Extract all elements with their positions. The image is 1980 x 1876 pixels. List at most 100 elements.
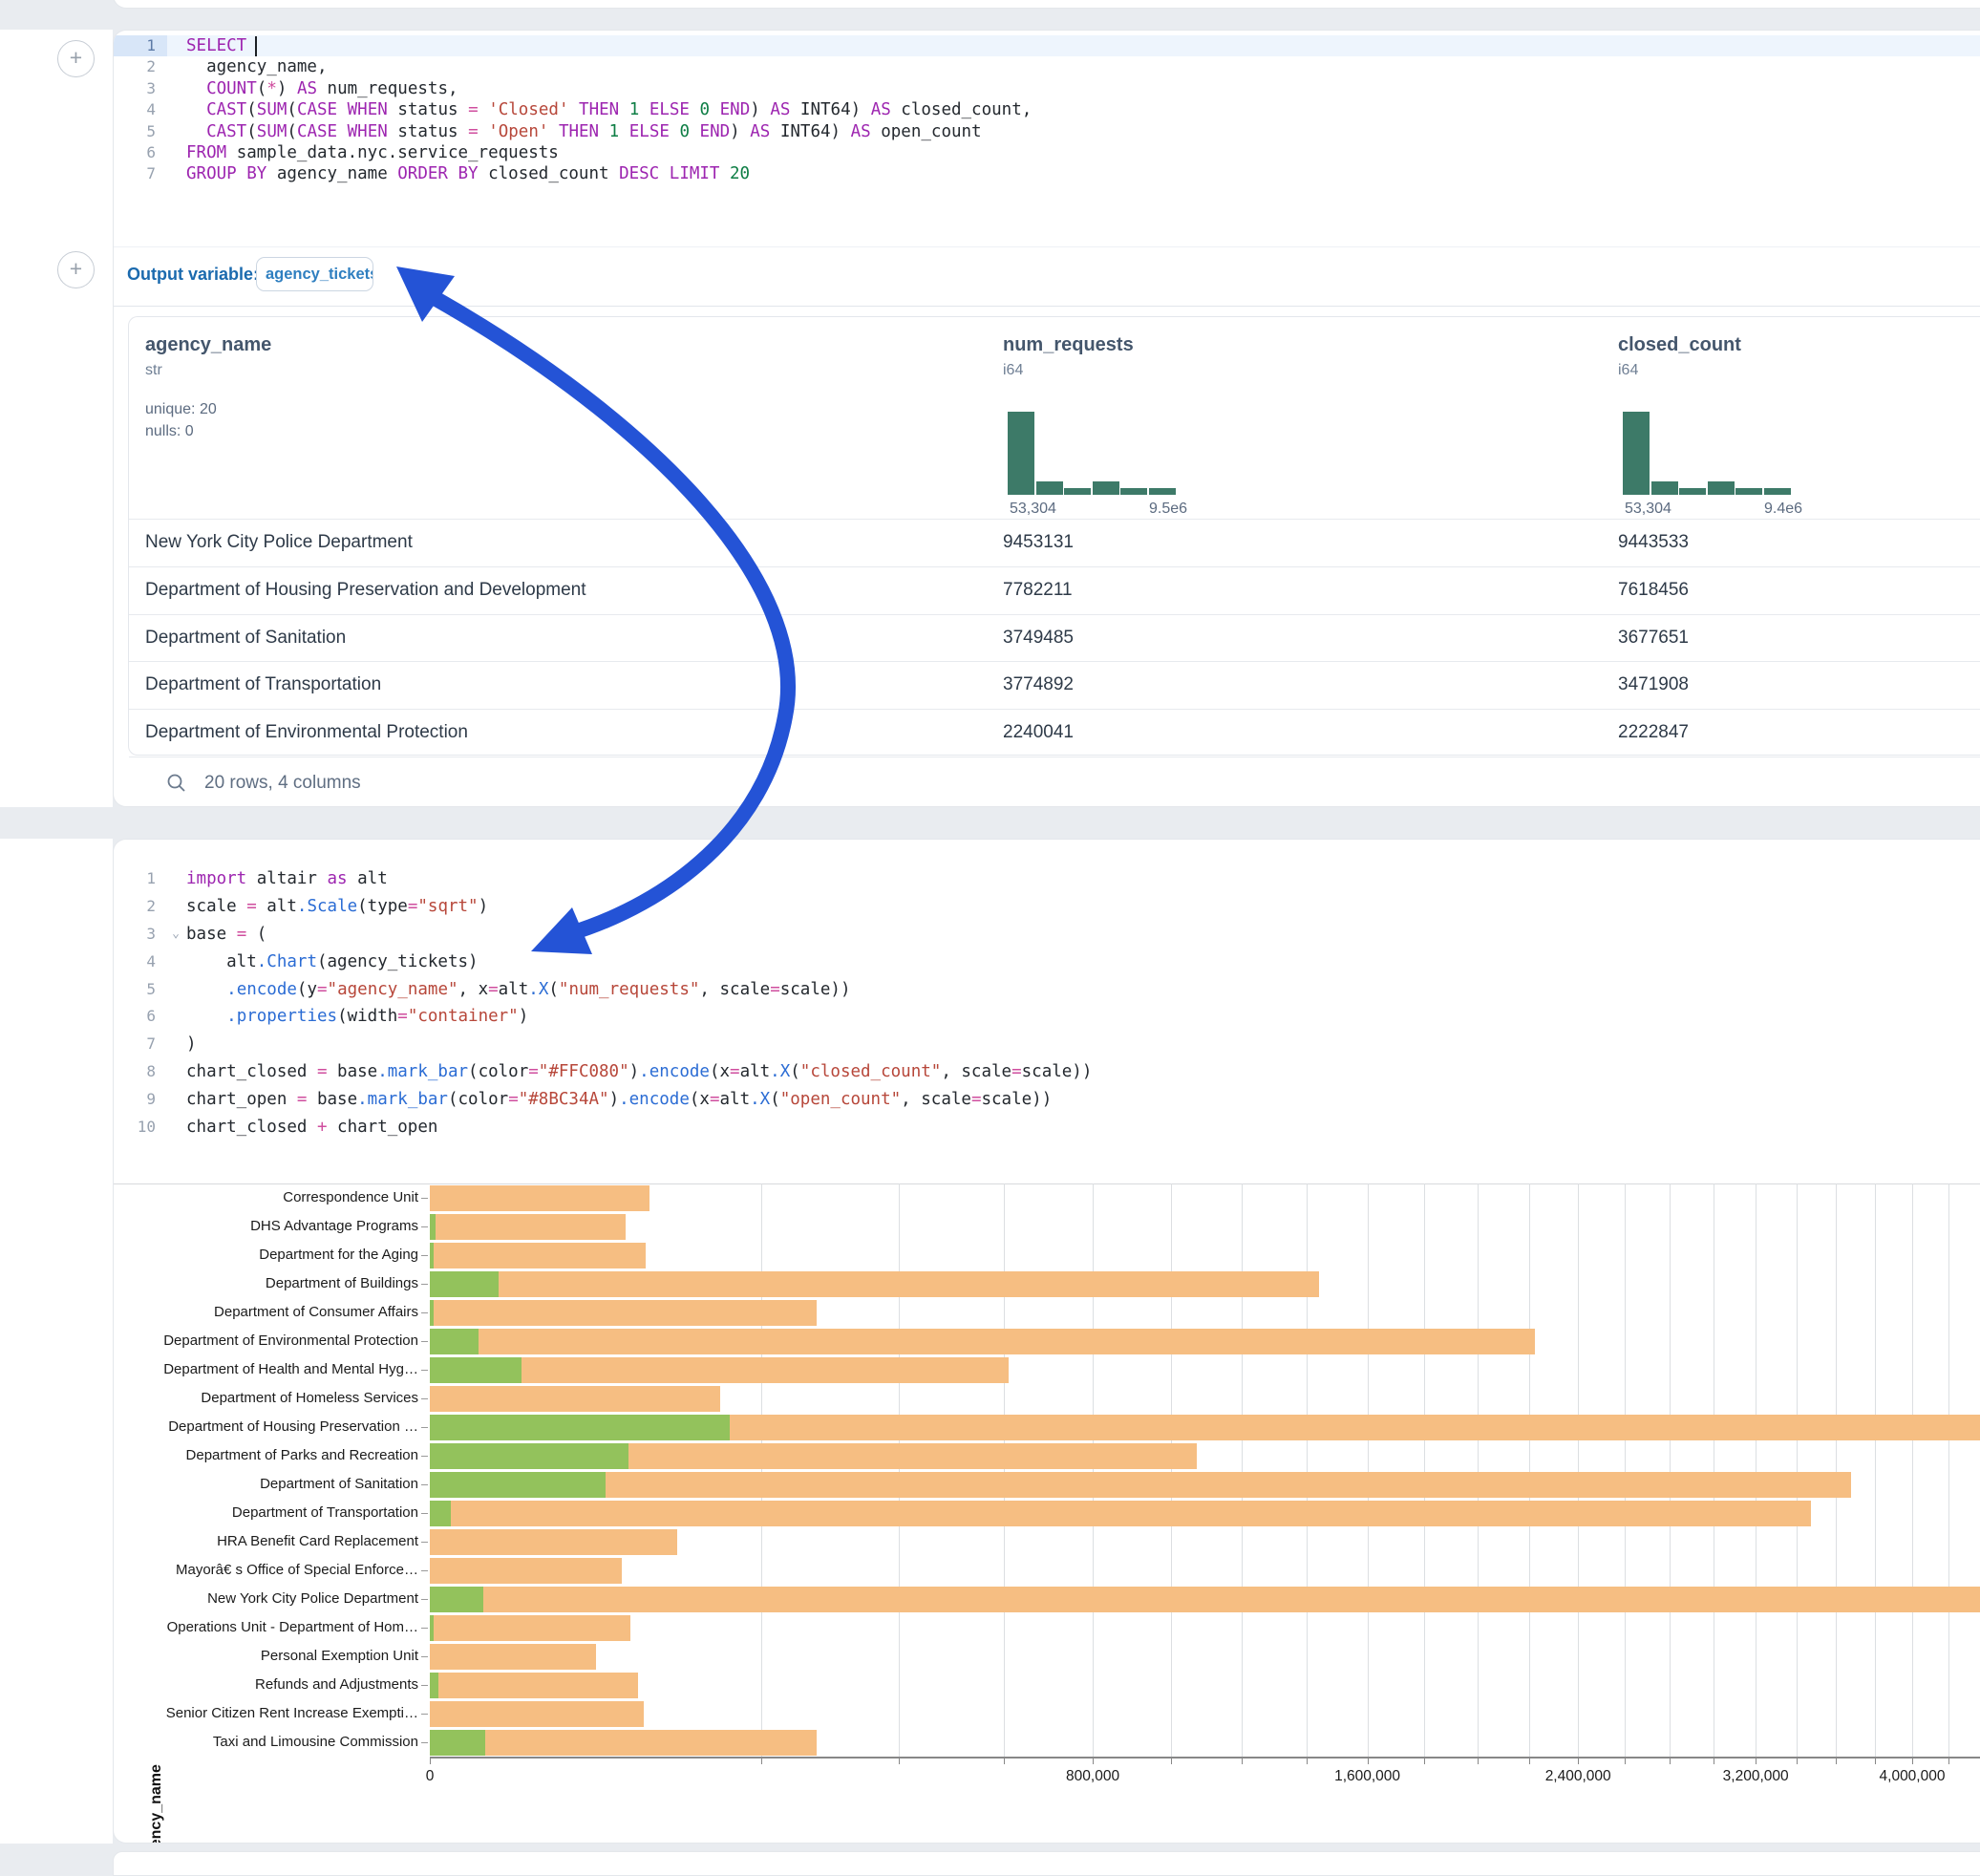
output-variable-label: Output variable:: [127, 265, 259, 285]
code-line[interactable]: 10chart_closed + chart_open: [114, 1114, 1980, 1141]
y-axis-tick: [421, 1255, 428, 1256]
sql-code-editor[interactable]: 1⌄SELECT2 agency_name,3 COUNT(*) AS num_…: [114, 35, 1980, 185]
code-line[interactable]: 2 agency_name,: [114, 56, 1980, 77]
closed-count-bar: [430, 1644, 596, 1670]
open-count-bar: [430, 1214, 436, 1240]
cell-agency-name: Department of Transportation: [145, 661, 381, 709]
x-axis-tick: [1242, 1759, 1243, 1764]
cell-num-requests: 3774892: [1003, 661, 1074, 709]
histogram-bar: [1623, 412, 1650, 495]
cell-agency-name: New York City Police Department: [145, 519, 413, 566]
output-variable-pill[interactable]: agency_tickets: [256, 257, 373, 291]
x-axis-tick-label: 0: [426, 1768, 435, 1785]
closed-count-bar: [430, 1673, 638, 1698]
left-margin-top: [0, 30, 113, 807]
code-text: scale = alt.Scale(type="sqrt"): [167, 893, 1980, 921]
gridline: [1578, 1183, 1579, 1757]
table-row[interactable]: Department of Transportation 3774892 34719…: [129, 661, 1980, 710]
code-line[interactable]: 5 .encode(y="agency_name", x=alt.X("num_…: [114, 976, 1980, 1004]
x-axis-tick: [1424, 1759, 1425, 1764]
code-line[interactable]: 2scale = alt.Scale(type="sqrt"): [114, 893, 1980, 921]
column-header-num-requests[interactable]: num_requests: [1003, 334, 1134, 356]
code-line[interactable]: 3 COUNT(*) AS num_requests,: [114, 78, 1980, 99]
y-axis-label: Refunds and Adjustments: [114, 1671, 418, 1699]
x-axis-tick: [1368, 1759, 1369, 1764]
open-count-bar: [430, 1673, 438, 1698]
y-axis-tick: [421, 1198, 428, 1199]
open-count-bar: [430, 1501, 451, 1526]
x-axis-tick: [1529, 1759, 1530, 1764]
x-axis-tick: [1836, 1759, 1837, 1764]
cell-num-requests: 3749485: [1003, 614, 1074, 662]
y-axis-tick: [421, 1341, 428, 1342]
gridline: [1836, 1183, 1837, 1757]
gridline: [1948, 1183, 1949, 1757]
code-line[interactable]: 9chart_open = base.mark_bar(color="#8BC3…: [114, 1086, 1980, 1114]
code-line[interactable]: 6FROM sample_data.nyc.service_requests: [114, 142, 1980, 163]
open-count-bar: [430, 1615, 434, 1641]
cell-closed-count: 9443533: [1618, 519, 1689, 566]
y-axis-tick: [421, 1456, 428, 1457]
code-line[interactable]: 7GROUP BY agency_name ORDER BY closed_co…: [114, 163, 1980, 184]
code-line[interactable]: 5 CAST(SUM(CASE WHEN status = 'Open' THE…: [114, 121, 1980, 142]
table-row[interactable]: Department of Sanitation37494853677651: [129, 614, 1980, 663]
open-count-bar: [430, 1415, 730, 1440]
add-cell-button-top[interactable]: +: [57, 40, 95, 77]
x-axis-tick: [899, 1759, 900, 1764]
num-requests-histogram: [1008, 412, 1180, 495]
table-row[interactable]: Department of Housing Preservation and D…: [129, 566, 1980, 615]
code-line[interactable]: 7): [114, 1031, 1980, 1058]
table-row[interactable]: New York City Police Department945313194…: [129, 519, 1980, 567]
code-line[interactable]: 6 .properties(width="container"): [114, 1003, 1980, 1031]
code-line[interactable]: 1⌄SELECT: [114, 35, 1980, 56]
open-count-bar: [430, 1357, 522, 1383]
y-axis-label: Mayorâ€ s Office of Special Enforce…: [114, 1556, 418, 1585]
y-axis-tick: [421, 1513, 428, 1514]
y-axis-label: Department of Consumer Affairs: [114, 1298, 418, 1327]
closed-count-bar: [430, 1214, 626, 1240]
closed-count-bar: [430, 1472, 1851, 1498]
histogram-bar: [1679, 488, 1706, 495]
gridline: [1625, 1183, 1626, 1757]
histogram-max-label: 9.5e6: [1149, 501, 1187, 518]
y-axis-tick: [421, 1570, 428, 1571]
code-line[interactable]: 4 CAST(SUM(CASE WHEN status = 'Closed' T…: [114, 99, 1980, 120]
y-axis-tick: [421, 1628, 428, 1629]
search-icon[interactable]: [166, 773, 187, 794]
histogram-bar: [1651, 481, 1678, 495]
code-line[interactable]: 4 alt.Chart(agency_tickets): [114, 949, 1980, 976]
open-count-bar: [430, 1443, 628, 1469]
y-axis-tick: [421, 1427, 428, 1428]
cell-num-requests: 2240041: [1003, 709, 1074, 757]
x-axis-tick: [1625, 1759, 1626, 1764]
y-axis-label: Personal Exemption Unit: [114, 1642, 418, 1671]
closed-count-bar: [430, 1587, 1980, 1612]
y-axis-label: Department of Environmental Protection: [114, 1327, 418, 1355]
cell-closed-count: 3471908: [1618, 661, 1689, 709]
altair-chart: agency_name closed_count, open_count Cor…: [114, 1176, 1980, 1825]
cell-num-requests: 7782211: [1003, 566, 1073, 614]
line-number: 1: [114, 35, 167, 56]
column-dtype: i64: [1618, 362, 1638, 379]
x-axis-tick: [1797, 1759, 1798, 1764]
column-dtype: i64: [1003, 362, 1023, 379]
histogram-bar: [1093, 481, 1119, 495]
closed-count-bar: [430, 1185, 649, 1211]
plus-icon: +: [70, 45, 82, 70]
code-line[interactable]: 3⌄base = (: [114, 921, 1980, 949]
column-header-agency-name[interactable]: agency_name: [145, 334, 271, 356]
closed-count-bar: [430, 1300, 817, 1326]
add-cell-button-output[interactable]: +: [57, 251, 95, 288]
table-row[interactable]: Department of Environmental Protection22…: [129, 709, 1980, 757]
code-line[interactable]: 1import altair as alt: [114, 865, 1980, 893]
y-axis-tick: [421, 1398, 428, 1399]
gridline: [1478, 1183, 1479, 1757]
code-line[interactable]: 8chart_closed = base.mark_bar(color="#FF…: [114, 1058, 1980, 1086]
python-code-editor[interactable]: 1import altair as alt2scale = alt.Scale(…: [114, 865, 1980, 1141]
column-header-closed-count[interactable]: closed_count: [1618, 334, 1741, 356]
y-axis-label: Correspondence Unit: [114, 1183, 418, 1212]
code-text: ): [167, 1031, 1980, 1058]
column-null-count: nulls: 0: [145, 420, 217, 442]
line-number: 9: [114, 1086, 167, 1114]
x-axis-tick-label: 4,000,000: [1880, 1768, 1946, 1785]
